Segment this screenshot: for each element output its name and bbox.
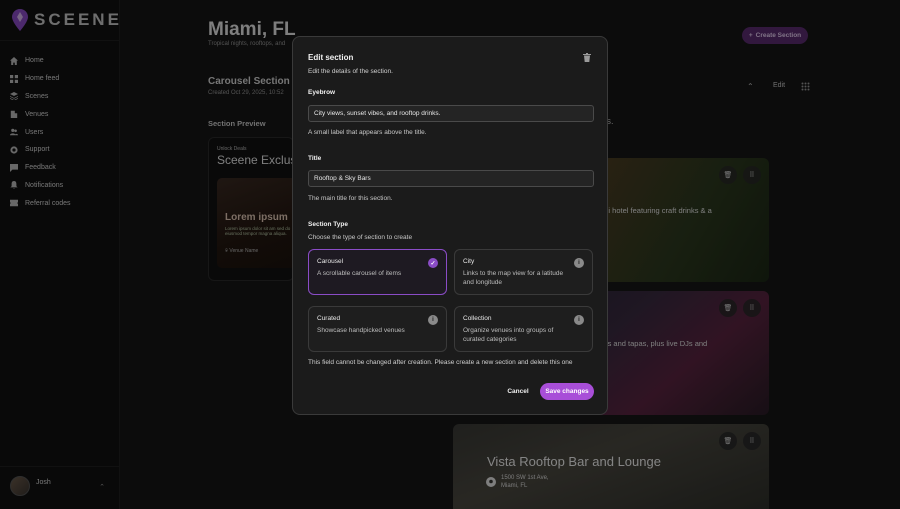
eyebrow-help: A small label that appears above the tit…	[308, 129, 427, 136]
eyebrow-label: Eyebrow	[308, 89, 336, 96]
type-option-desc: Showcase handpicked venues	[317, 327, 405, 334]
info-icon[interactable]: i	[428, 315, 438, 325]
check-icon: ✓	[428, 258, 438, 268]
type-option-title: Collection	[463, 315, 492, 322]
title-help: The main title for this section.	[308, 195, 393, 202]
type-option-city[interactable]: City Links to the map view for a latitud…	[454, 249, 593, 295]
type-option-title: Curated	[317, 315, 341, 322]
save-changes-button[interactable]: Save changes	[540, 383, 594, 400]
modal-title: Edit section	[308, 53, 354, 62]
modal-description: Edit the details of the section.	[308, 68, 393, 75]
type-option-title: Carousel	[317, 258, 344, 265]
trash-icon[interactable]	[583, 53, 591, 62]
section-type-warning: This field cannot be changed after creat…	[308, 359, 573, 366]
type-option-desc: Organize venues into groups of curated c…	[463, 327, 554, 344]
cancel-button[interactable]: Cancel	[501, 383, 535, 400]
edit-section-modal: Edit section Edit the details of the sec…	[292, 36, 608, 415]
type-option-desc: A scrollable carousel of items	[317, 270, 402, 277]
title-input[interactable]: Rooftop & Sky Bars	[308, 170, 594, 187]
info-icon[interactable]: i	[574, 258, 584, 268]
type-option-title: City	[463, 258, 475, 265]
app-root: SCEENE Home Home feed Scenes Venues User…	[0, 0, 900, 509]
section-type-label: Section Type	[308, 221, 348, 228]
section-type-help: Choose the type of section to create	[308, 234, 413, 241]
type-option-carousel[interactable]: Carousel A scrollable carousel of items …	[308, 249, 447, 295]
eyebrow-input[interactable]: City views, sunset vibes, and rooftop dr…	[308, 105, 594, 122]
title-label: Title	[308, 155, 322, 162]
type-option-desc: Links to the map view for a latitude and…	[463, 270, 564, 287]
type-option-curated[interactable]: Curated Showcase handpicked venues i	[308, 306, 447, 352]
type-option-collection[interactable]: Collection Organize venues into groups o…	[454, 306, 593, 352]
info-icon[interactable]: i	[574, 315, 584, 325]
